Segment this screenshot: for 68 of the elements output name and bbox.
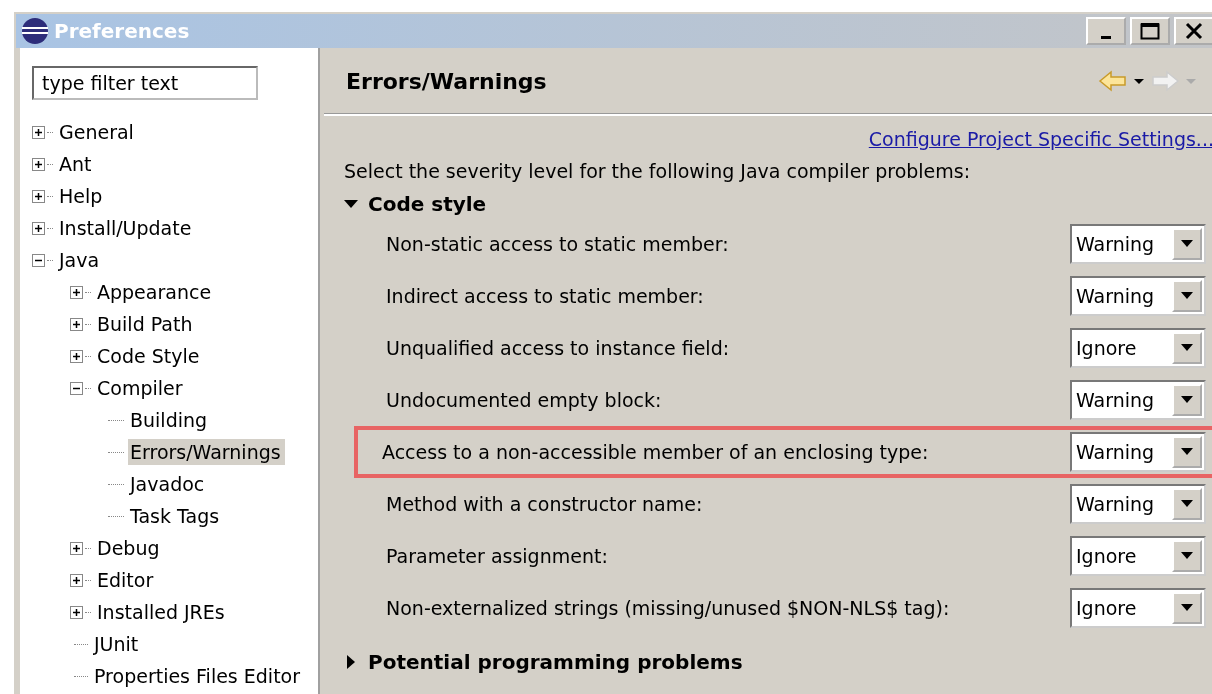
tree-item[interactable]: Errors/Warnings <box>128 439 285 465</box>
tree-item[interactable]: Task Tags <box>128 503 224 529</box>
tree-item[interactable]: Compiler <box>95 375 187 401</box>
section-title[interactable]: Code style <box>368 192 487 216</box>
expand-icon[interactable] <box>32 189 45 203</box>
option-label: Method with a constructor name: <box>386 493 704 515</box>
expand-icon[interactable] <box>32 125 45 139</box>
option-label: Non-static access to static member: <box>386 233 730 255</box>
severity-dropdown[interactable]: Ignore <box>1070 588 1206 628</box>
section-title[interactable]: Potential programming problems <box>368 650 743 674</box>
option-label: Indirect access to static member: <box>386 285 705 307</box>
tree-item[interactable]: Javadoc <box>128 471 209 497</box>
tree-item[interactable]: Help <box>57 183 107 209</box>
tree-item[interactable]: Debug <box>95 535 164 561</box>
option-label: Parameter assignment: <box>386 545 609 567</box>
option-label: Access to a non-accessible member of an enclosing type: <box>382 441 930 463</box>
tree-item[interactable]: Editor <box>95 567 158 593</box>
maximize-button[interactable] <box>1130 17 1170 45</box>
dropdown-arrow-icon <box>1181 500 1193 508</box>
severity-dropdown[interactable]: Warning <box>1070 224 1206 264</box>
page-title: Errors/Warnings <box>346 68 548 94</box>
dropdown-arrow-icon <box>1181 552 1193 560</box>
eclipse-logo-icon <box>20 16 50 46</box>
expand-icon[interactable] <box>70 573 83 587</box>
window-title: Preferences <box>54 19 191 43</box>
filter-field[interactable]: type filter text <box>32 66 258 100</box>
option-label: Undocumented empty block: <box>386 389 663 411</box>
collapse-icon[interactable] <box>32 253 45 267</box>
expand-icon[interactable] <box>70 349 83 363</box>
collapse-icon[interactable] <box>70 381 83 395</box>
option-label: Non-externalized strings (missing/unused $NON-NLS$ tag): <box>386 597 951 619</box>
tree-item[interactable]: Ant <box>57 151 96 177</box>
tree-item[interactable]: Java <box>57 247 104 273</box>
tree-item[interactable]: Install/Update <box>57 215 196 241</box>
dropdown-arrow-icon <box>1181 240 1193 248</box>
expand-icon[interactable] <box>70 541 83 555</box>
severity-dropdown[interactable]: Ignore <box>1070 328 1206 368</box>
close-button[interactable] <box>1174 17 1212 45</box>
minimize-button[interactable] <box>1086 17 1126 45</box>
intro-text: Select the severity level for the following Java compiler problems: <box>344 160 972 182</box>
expand-icon[interactable] <box>32 157 45 171</box>
tree-item[interactable]: Build Path <box>95 311 197 337</box>
tree-item[interactable]: Installed JREs <box>95 599 229 625</box>
expand-icon[interactable] <box>70 317 83 331</box>
severity-dropdown[interactable]: Warning <box>1070 380 1206 420</box>
severity-dropdown[interactable]: Warning <box>1070 276 1206 316</box>
dropdown-arrow-icon <box>1181 396 1193 404</box>
severity-dropdown[interactable]: Warning <box>1070 484 1206 524</box>
minimize-icon <box>1101 35 1111 39</box>
expand-icon[interactable] <box>32 221 45 235</box>
close-icon <box>1185 22 1203 40</box>
dropdown-arrow-icon <box>1181 604 1193 612</box>
severity-dropdown[interactable]: Ignore <box>1070 536 1206 576</box>
dropdown-arrow-icon <box>1181 448 1193 456</box>
tree-item[interactable]: JUnit <box>92 631 143 657</box>
tree-item[interactable]: Appearance <box>95 279 216 305</box>
expand-icon[interactable] <box>70 605 83 619</box>
tree-item[interactable]: Properties Files Editor <box>92 663 305 689</box>
dropdown-arrow-icon <box>1181 344 1193 352</box>
configure-link[interactable]: Configure Project Specific Settings... <box>868 128 1212 150</box>
expand-icon[interactable] <box>70 285 83 299</box>
tree-item[interactable]: Code Style <box>95 343 204 369</box>
tree-item[interactable]: Building <box>128 407 212 433</box>
tree-item[interactable]: General <box>57 119 138 145</box>
severity-dropdown[interactable]: Warning <box>1070 432 1206 472</box>
maximize-icon <box>1140 22 1160 40</box>
dropdown-arrow-icon <box>1181 292 1193 300</box>
option-label: Unqualified access to instance field: <box>386 337 731 359</box>
